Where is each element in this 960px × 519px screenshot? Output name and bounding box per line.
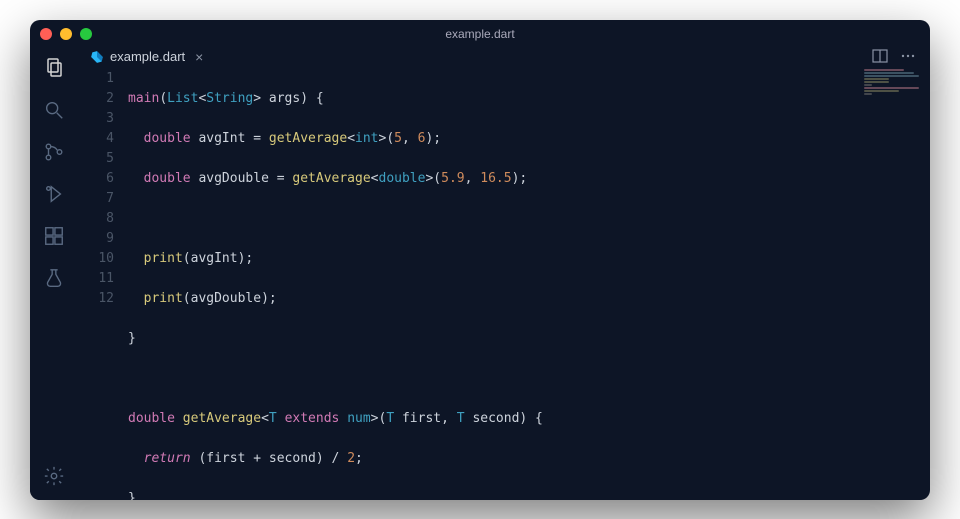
code-editor[interactable]: 123456789101112 main(List<String> args) … [78,65,930,500]
code-content: main(List<String> args) { double avgInt … [128,65,930,500]
testing-icon[interactable] [42,266,66,290]
maximize-window-button[interactable] [80,28,92,40]
extensions-icon[interactable] [42,224,66,248]
source-control-icon[interactable] [42,140,66,164]
explorer-icon[interactable] [42,56,66,80]
tab-close-icon[interactable]: × [195,49,203,65]
debug-icon[interactable] [42,182,66,206]
main-area: example.dart × 123456789101112 main(List… [78,48,930,500]
split-editor-icon[interactable] [872,48,888,64]
editor-tabs: example.dart × [78,48,930,65]
tab-example-dart[interactable]: example.dart × [78,48,215,65]
titlebar: example.dart [30,20,930,48]
line-gutter: 123456789101112 [78,65,128,500]
tab-filename: example.dart [110,49,185,64]
close-window-button[interactable] [40,28,52,40]
activity-bar [30,48,78,500]
window-title: example.dart [30,27,930,41]
window-controls [40,28,92,40]
settings-gear-icon[interactable] [42,464,66,488]
search-icon[interactable] [42,98,66,122]
editor-window: example.dart [30,20,930,500]
editor-toolbar [872,48,930,65]
minimize-window-button[interactable] [60,28,72,40]
editor-body: example.dart × 123456789101112 main(List… [30,48,930,500]
more-actions-icon[interactable] [900,48,916,64]
dart-file-icon [90,50,104,64]
